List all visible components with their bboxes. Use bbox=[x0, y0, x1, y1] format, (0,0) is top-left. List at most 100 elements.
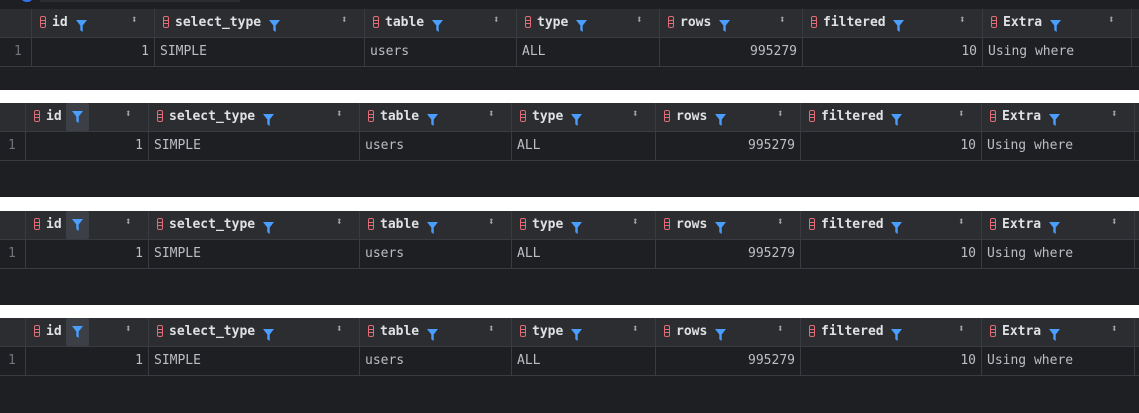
column-header-extra[interactable]: Extra ⬍ bbox=[983, 9, 1132, 37]
sort-icon[interactable]: ⬍ bbox=[488, 108, 495, 119]
filter-icon[interactable] bbox=[891, 326, 903, 341]
cell-rows[interactable]: 995279 bbox=[656, 240, 801, 268]
cell-type[interactable]: ALL bbox=[512, 347, 656, 375]
column-header-id[interactable]: id ⬍ bbox=[26, 103, 149, 131]
cell-table[interactable]: users bbox=[360, 132, 512, 160]
filter-icon[interactable] bbox=[576, 17, 588, 32]
cell-id[interactable]: 1 bbox=[26, 132, 149, 160]
column-header-filtered[interactable]: filtered ⬍ bbox=[801, 318, 982, 346]
filter-icon[interactable] bbox=[65, 211, 89, 239]
table-row[interactable]: 1 1 SIMPLE users ALL 995279 10 Using where bbox=[0, 132, 1139, 161]
filter-icon[interactable] bbox=[891, 111, 903, 126]
cell-id[interactable]: 1 bbox=[26, 240, 149, 268]
filter-icon[interactable] bbox=[1049, 219, 1060, 234]
column-header-filtered[interactable]: filtered ⬍ bbox=[803, 9, 983, 37]
filter-icon[interactable] bbox=[719, 17, 731, 32]
filter-icon[interactable] bbox=[262, 111, 274, 126]
column-header-rows[interactable]: rows ⬍ bbox=[656, 318, 801, 346]
filter-icon[interactable] bbox=[432, 17, 443, 32]
cell-extra[interactable]: Using where bbox=[982, 347, 1135, 375]
filter-icon[interactable] bbox=[427, 219, 438, 234]
column-header-id[interactable]: id ⬍ bbox=[26, 318, 149, 346]
table-row[interactable]: 1 1 SIMPLE users ALL 995279 10 Using where bbox=[0, 347, 1139, 376]
sort-icon[interactable]: ⬍ bbox=[958, 108, 965, 119]
column-header-filtered[interactable]: filtered ⬍ bbox=[801, 103, 982, 131]
cell-type[interactable]: ALL bbox=[517, 38, 660, 66]
column-header-type[interactable]: type ⬍ bbox=[512, 318, 656, 346]
table-row[interactable]: 1 1 SIMPLE users ALL 995279 10 Using where bbox=[0, 38, 1139, 67]
sort-icon[interactable]: ⬍ bbox=[779, 14, 786, 25]
table-row[interactable]: 1 1 SIMPLE users ALL 995279 10 Using where bbox=[0, 240, 1139, 269]
filter-icon[interactable] bbox=[715, 219, 727, 234]
cell-select-type[interactable]: SIMPLE bbox=[155, 38, 365, 66]
cell-select-type[interactable]: SIMPLE bbox=[149, 240, 360, 268]
sort-icon[interactable]: ⬍ bbox=[1111, 323, 1118, 334]
filter-icon[interactable] bbox=[65, 103, 89, 131]
column-header-type[interactable]: type ⬍ bbox=[512, 103, 656, 131]
cell-extra[interactable]: Using where bbox=[982, 132, 1135, 160]
column-header-table[interactable]: table ⬍ bbox=[365, 9, 517, 37]
column-header-type[interactable]: type ⬍ bbox=[512, 211, 656, 239]
filter-icon[interactable] bbox=[262, 326, 274, 341]
column-header-table[interactable]: table ⬍ bbox=[360, 103, 512, 131]
column-header-id[interactable]: id ⬍ bbox=[26, 211, 149, 239]
sort-icon[interactable]: ⬍ bbox=[777, 216, 784, 227]
sort-icon[interactable]: ⬍ bbox=[341, 14, 348, 25]
sort-icon[interactable]: ⬍ bbox=[336, 323, 343, 334]
sort-icon[interactable]: ⬍ bbox=[488, 216, 495, 227]
cell-id[interactable]: 1 bbox=[26, 347, 149, 375]
sort-icon[interactable]: ⬍ bbox=[125, 216, 132, 227]
sort-icon[interactable]: ⬍ bbox=[958, 216, 965, 227]
cell-filtered[interactable]: 10 bbox=[801, 240, 982, 268]
column-header-extra[interactable]: Extra ⬍ bbox=[982, 318, 1135, 346]
sort-icon[interactable]: ⬍ bbox=[958, 323, 965, 334]
cell-type[interactable]: ALL bbox=[512, 132, 656, 160]
cell-type[interactable]: ALL bbox=[512, 240, 656, 268]
column-header-select_type[interactable]: select_type ⬍ bbox=[155, 9, 365, 37]
column-header-rows[interactable]: rows ⬍ bbox=[656, 103, 801, 131]
column-header-rows[interactable]: rows ⬍ bbox=[660, 9, 803, 37]
sort-icon[interactable]: ⬍ bbox=[632, 323, 639, 334]
sort-icon[interactable]: ⬍ bbox=[777, 323, 784, 334]
filter-icon[interactable] bbox=[571, 326, 583, 341]
filter-icon[interactable] bbox=[262, 219, 274, 234]
column-header-rows[interactable]: rows ⬍ bbox=[656, 211, 801, 239]
filter-icon[interactable] bbox=[891, 219, 903, 234]
filter-icon[interactable] bbox=[65, 318, 89, 346]
cell-table[interactable]: users bbox=[365, 38, 517, 66]
sort-icon[interactable]: ⬍ bbox=[493, 14, 500, 25]
column-header-table[interactable]: table ⬍ bbox=[360, 318, 512, 346]
filter-icon[interactable] bbox=[1049, 326, 1060, 341]
cell-table[interactable]: users bbox=[360, 240, 512, 268]
sort-icon[interactable]: ⬍ bbox=[1108, 14, 1115, 25]
filter-icon[interactable] bbox=[427, 111, 438, 126]
cell-table[interactable]: users bbox=[360, 347, 512, 375]
sort-icon[interactable]: ⬍ bbox=[125, 108, 132, 119]
sort-icon[interactable]: ⬍ bbox=[632, 216, 639, 227]
cell-rows[interactable]: 995279 bbox=[656, 132, 801, 160]
cell-rows[interactable]: 995279 bbox=[660, 38, 803, 66]
cell-filtered[interactable]: 10 bbox=[803, 38, 983, 66]
filter-icon[interactable] bbox=[715, 111, 727, 126]
filter-icon[interactable] bbox=[715, 326, 727, 341]
filter-icon[interactable] bbox=[1049, 111, 1060, 126]
column-header-select_type[interactable]: select_type ⬍ bbox=[149, 103, 360, 131]
sort-icon[interactable]: ⬍ bbox=[125, 323, 132, 334]
cell-id[interactable]: 1 bbox=[32, 38, 155, 66]
cell-select-type[interactable]: SIMPLE bbox=[149, 132, 360, 160]
filter-icon[interactable] bbox=[75, 17, 87, 32]
filter-icon[interactable] bbox=[427, 326, 438, 341]
column-header-select_type[interactable]: select_type ⬍ bbox=[149, 211, 360, 239]
column-header-type[interactable]: type ⬍ bbox=[517, 9, 660, 37]
filter-icon[interactable] bbox=[893, 17, 905, 32]
filter-icon[interactable] bbox=[571, 219, 583, 234]
sort-icon[interactable]: ⬍ bbox=[632, 108, 639, 119]
sort-icon[interactable]: ⬍ bbox=[777, 108, 784, 119]
column-header-extra[interactable]: Extra ⬍ bbox=[982, 103, 1135, 131]
sort-icon[interactable]: ⬍ bbox=[336, 108, 343, 119]
column-header-id[interactable]: id ⬍ bbox=[32, 9, 155, 37]
cell-extra[interactable]: Using where bbox=[983, 38, 1132, 66]
filter-icon[interactable] bbox=[571, 111, 583, 126]
filter-icon[interactable] bbox=[268, 17, 280, 32]
cell-filtered[interactable]: 10 bbox=[801, 132, 982, 160]
